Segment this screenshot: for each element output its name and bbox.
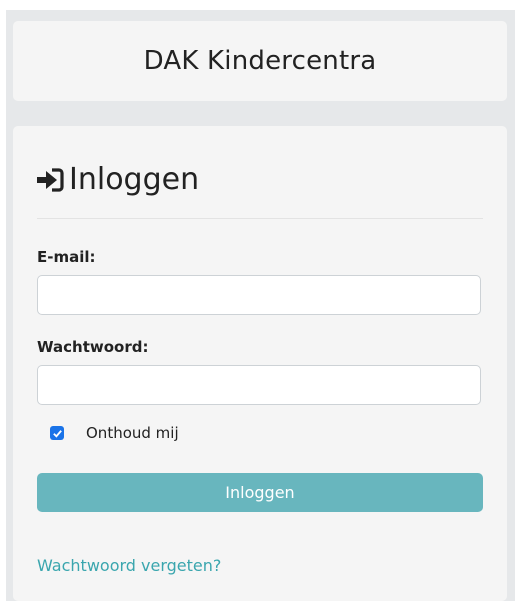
login-card: Inloggen E-mail: Wachtwoord: Onthoud mij…: [13, 126, 507, 601]
email-field[interactable]: [37, 275, 481, 315]
checkmark-icon: [52, 429, 62, 438]
password-label: Wachtwoord:: [37, 338, 149, 356]
forgot-password-link[interactable]: Wachtwoord vergeten?: [37, 556, 221, 575]
login-title-text: Inloggen: [69, 162, 200, 197]
header-card: DAK Kindercentra: [13, 21, 507, 101]
remember-me-checkbox[interactable]: [50, 426, 64, 440]
remember-me-label: Onthoud mij: [86, 424, 179, 442]
sign-in-icon: [37, 168, 64, 192]
password-field[interactable]: [37, 365, 481, 405]
login-heading: Inloggen: [37, 162, 199, 198]
page-background: DAK Kindercentra Inloggen E-mail: Wachtw…: [6, 10, 515, 601]
title-divider: [37, 218, 483, 219]
brand-title: DAK Kindercentra: [143, 46, 377, 76]
email-label: E-mail:: [37, 248, 96, 266]
remember-me-row[interactable]: Onthoud mij: [50, 424, 179, 442]
login-button[interactable]: Inloggen: [37, 473, 483, 512]
